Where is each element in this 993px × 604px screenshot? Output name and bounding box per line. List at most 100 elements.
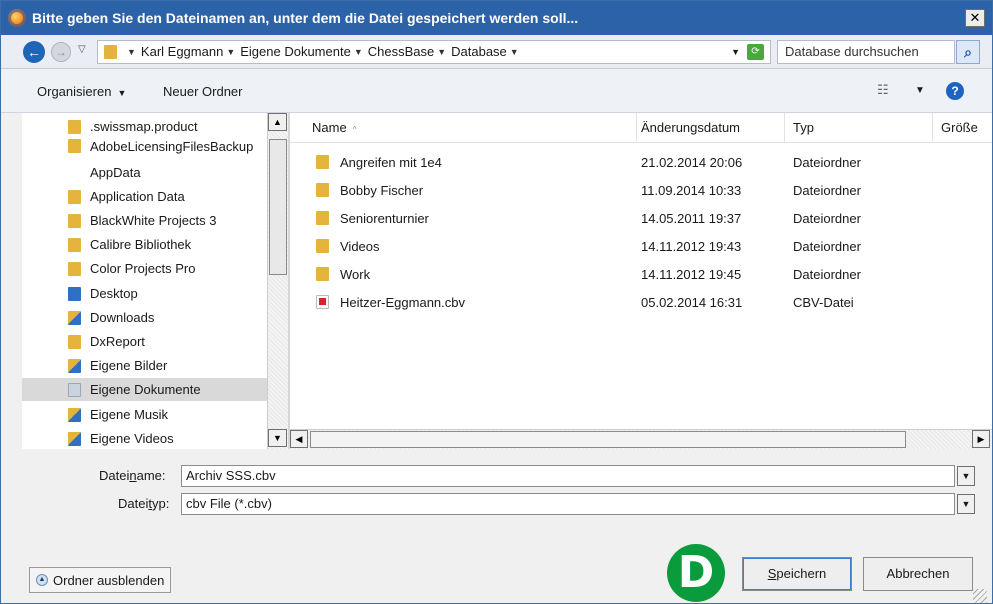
file-type: Dateiordner bbox=[793, 155, 861, 170]
sidebar-item-eigene-videos[interactable]: Eigene Videos bbox=[22, 427, 267, 450]
file-name: Angreifen mit 1e4 bbox=[340, 155, 442, 170]
chevron-down-icon[interactable]: ▼ bbox=[915, 85, 925, 96]
file-date: 11.09.2014 10:33 bbox=[641, 183, 742, 198]
scrollbar-thumb[interactable] bbox=[310, 431, 906, 448]
sidebar-item-label: Downloads bbox=[90, 310, 155, 325]
breadcrumb-item[interactable]: ChessBase bbox=[368, 44, 434, 59]
table-row[interactable]: Work 14.11.2012 19:45 Dateiordner bbox=[290, 261, 992, 289]
chevron-down-icon: ▼ bbox=[117, 88, 127, 98]
address-bar: ← → ▽ ▼ Karl Eggmann ▼ Eigene Dokumente … bbox=[1, 35, 992, 69]
chevron-down-icon[interactable]: ▼ bbox=[957, 494, 975, 514]
sidebar-item-dxreport[interactable]: DxReport bbox=[22, 330, 267, 353]
save-button[interactable]: Speichern bbox=[742, 557, 852, 591]
search-icon[interactable]: ⌕ bbox=[956, 40, 980, 64]
file-date: 14.11.2012 19:43 bbox=[641, 239, 742, 254]
scrollbar-thumb[interactable] bbox=[269, 139, 287, 275]
sidebar-item-blackwhite[interactable]: BlackWhite Projects 3 bbox=[22, 209, 267, 232]
sidebar-item-application-data[interactable]: Application Data bbox=[22, 185, 267, 208]
sidebar-item-label: AdobeLicensingFilesBackup bbox=[90, 139, 254, 154]
sidebar-item-desktop[interactable]: Desktop bbox=[22, 282, 267, 305]
sidebar-item-label: .swissmap.product bbox=[90, 119, 198, 134]
sidebar-item-label: Eigene Bilder bbox=[90, 358, 168, 373]
refresh-icon[interactable]: ⟳ bbox=[747, 44, 764, 60]
folder-icon bbox=[68, 119, 81, 134]
column-header-type[interactable]: Typ bbox=[785, 113, 933, 143]
pictures-folder-icon bbox=[68, 358, 81, 373]
cancel-button[interactable]: Abbrechen bbox=[863, 557, 973, 591]
navigation-pane: .swissmap.product AdobeLicensingFilesBac… bbox=[22, 113, 288, 449]
sidebar-item-eigene-dokumente[interactable]: Eigene Dokumente bbox=[22, 378, 267, 401]
scroll-left-icon[interactable]: ◀ bbox=[290, 430, 308, 448]
filename-label: Dateiname: bbox=[99, 468, 166, 483]
column-header-date[interactable]: Änderungsdatum bbox=[637, 113, 785, 143]
file-list: Name ^ Änderungsdatum Typ Größe Angreifen… bbox=[290, 113, 992, 449]
table-row[interactable]: Angreifen mit 1e4 21.02.2014 20:06 Datei… bbox=[290, 149, 992, 177]
chevron-down-icon[interactable]: ▼ bbox=[437, 47, 446, 59]
scroll-down-icon[interactable]: ▼ bbox=[268, 429, 287, 447]
table-row[interactable]: Bobby Fischer 11.09.2014 10:33 Dateiordn… bbox=[290, 177, 992, 205]
folder-icon bbox=[316, 267, 329, 281]
sidebar-item-color-projects[interactable]: Color Projects Pro bbox=[22, 257, 267, 280]
sidebar-item-calibre[interactable]: Calibre Bibliothek bbox=[22, 233, 267, 256]
sidebar-item-eigene-bilder[interactable]: Eigene Bilder bbox=[22, 354, 267, 377]
table-row[interactable]: Heitzer-Eggmann.cbv 05.02.2014 16:31 CBV… bbox=[290, 289, 992, 317]
search-input[interactable]: Database durchsuchen bbox=[777, 40, 955, 64]
file-type: Dateiordner bbox=[793, 211, 861, 226]
sidebar-item-label: Color Projects Pro bbox=[90, 261, 196, 276]
save-file-dialog: Bitte geben Sie den Dateinamen an, unter… bbox=[0, 0, 993, 604]
organize-button[interactable]: Organisieren ▼ bbox=[37, 84, 126, 99]
help-icon[interactable]: ? bbox=[946, 82, 964, 100]
resize-grip-icon[interactable] bbox=[973, 589, 987, 603]
forward-button[interactable]: → bbox=[51, 42, 71, 62]
breadcrumb-item[interactable]: Karl Eggmann bbox=[141, 44, 223, 59]
filename-input[interactable]: Archiv SSS.cbv bbox=[181, 465, 955, 487]
file-date: 21.02.2014 20:06 bbox=[641, 155, 743, 170]
sidebar-item-appdata[interactable]: AppData bbox=[22, 161, 267, 184]
chevron-down-icon[interactable]: ▼ bbox=[127, 47, 136, 59]
breadcrumb-item[interactable]: Database bbox=[451, 44, 507, 59]
new-folder-button[interactable]: Neuer Ordner bbox=[163, 84, 242, 99]
column-header-size[interactable]: Größe bbox=[933, 113, 993, 143]
file-name: Heitzer-Eggmann.cbv bbox=[340, 295, 465, 310]
sidebar-item-swissmap[interactable]: .swissmap.product bbox=[22, 115, 267, 138]
chevron-down-icon[interactable]: ▼ bbox=[957, 466, 975, 486]
breadcrumb[interactable]: ▼ Karl Eggmann ▼ Eigene Dokumente ▼ Ches… bbox=[97, 40, 771, 64]
column-label: Name bbox=[312, 120, 347, 135]
hide-folders-button[interactable]: ▲ Ordner ausblenden bbox=[29, 567, 172, 593]
address-history-chevron-icon[interactable]: ▼ bbox=[731, 47, 740, 57]
sidebar-item-label: Eigene Videos bbox=[90, 431, 174, 446]
column-header-row: Name ^ Änderungsdatum Typ Größe bbox=[290, 113, 992, 143]
firefox-icon bbox=[8, 9, 26, 27]
close-button[interactable]: ✕ bbox=[965, 9, 985, 27]
documents-folder-icon bbox=[68, 382, 81, 397]
back-button[interactable]: ← bbox=[23, 41, 45, 63]
folder-icon bbox=[104, 45, 117, 59]
file-date: 05.02.2014 16:31 bbox=[641, 295, 743, 310]
sidebar-item-label: Desktop bbox=[90, 286, 138, 301]
chevron-down-icon[interactable]: ▼ bbox=[354, 47, 363, 59]
sidebar-item-eigene-musik[interactable]: Eigene Musik bbox=[22, 403, 267, 426]
folder-icon bbox=[316, 239, 329, 253]
scroll-right-icon[interactable]: ▶ bbox=[972, 430, 990, 448]
table-row[interactable]: Videos 14.11.2012 19:43 Dateiordner bbox=[290, 233, 992, 261]
breadcrumb-item[interactable]: Eigene Dokumente bbox=[240, 44, 351, 59]
sidebar-item-label: Eigene Dokumente bbox=[90, 382, 201, 397]
cbv-file-icon bbox=[316, 295, 329, 309]
view-details-icon[interactable]: ☷ bbox=[877, 82, 895, 98]
column-header-name[interactable]: Name ^ bbox=[290, 113, 637, 143]
filetype-select[interactable]: cbv File (*.cbv) bbox=[181, 493, 955, 515]
navigation-scrollbar[interactable]: ▲ ▼ bbox=[267, 113, 288, 449]
chevron-down-icon[interactable]: ▼ bbox=[226, 47, 235, 59]
title-bar[interactable]: Bitte geben Sie den Dateinamen an, unter… bbox=[1, 1, 992, 35]
sidebar-item-downloads[interactable]: Downloads bbox=[22, 306, 267, 329]
breadcrumb-list: ▼ Karl Eggmann ▼ Eigene Dokumente ▼ Ches… bbox=[124, 44, 524, 59]
folder-icon bbox=[68, 237, 81, 252]
file-list-horizontal-scrollbar[interactable]: ◀ ▶ bbox=[290, 429, 992, 449]
chevron-down-icon[interactable]: ▼ bbox=[510, 47, 519, 59]
folder-icon bbox=[68, 139, 81, 153]
table-row[interactable]: Seniorenturnier 14.05.2011 19:37 Dateior… bbox=[290, 205, 992, 233]
folder-icon bbox=[316, 211, 329, 225]
folder-icon bbox=[68, 213, 81, 228]
scroll-up-icon[interactable]: ▲ bbox=[268, 113, 287, 131]
recent-locations-chevron-icon[interactable]: ▽ bbox=[78, 44, 86, 55]
